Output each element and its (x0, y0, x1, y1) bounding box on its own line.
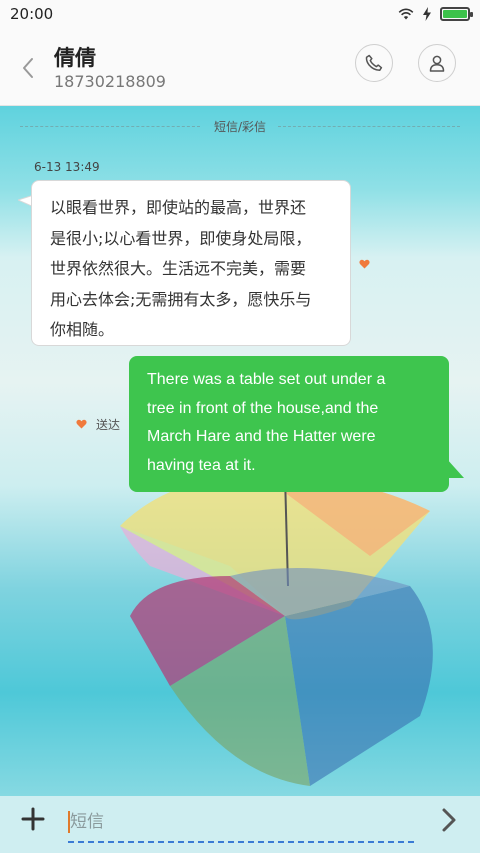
contact-number: 18730218809 (54, 72, 166, 91)
outgoing-message-line: tree in front of the house,and the (147, 399, 379, 417)
umbrella-wallpaper-image (120, 486, 433, 786)
wifi-icon (398, 8, 414, 20)
compose-bar (0, 796, 480, 853)
outgoing-bubble-tail (446, 458, 464, 478)
contact-details-button[interactable] (418, 44, 456, 82)
call-button[interactable] (355, 44, 393, 82)
incoming-message-line: 你相随。 (50, 320, 115, 339)
status-time: 20:00 (10, 5, 54, 23)
channel-divider: 短信/彩信 (0, 106, 480, 146)
outgoing-message-line: There was a table set out under a (147, 371, 386, 388)
outgoing-message-line: having tea at it. (147, 456, 256, 474)
battery-icon (440, 7, 473, 21)
delivery-status: 送达 (96, 418, 121, 432)
chevron-left-icon (23, 58, 33, 78)
incoming-message-line: 用心去体会;无需拥有太多，愿快乐与 (50, 289, 312, 309)
contact-name: 倩倩 (54, 46, 96, 70)
person-icon (429, 55, 445, 72)
send-button[interactable] (436, 806, 462, 834)
message-input[interactable] (66, 808, 412, 836)
incoming-message-line: 是很小;以心看世界，即使身处局限， (50, 228, 312, 248)
status-icons (398, 7, 473, 21)
back-button[interactable] (14, 52, 42, 84)
channel-label: 短信/彩信 (213, 119, 267, 134)
outgoing-message-bubble[interactable]: There was a table set out under a tree i… (129, 356, 449, 492)
add-attachment-button[interactable] (20, 806, 46, 832)
divider-line-right (278, 126, 460, 127)
divider-line-left (20, 126, 200, 127)
phone-icon (365, 54, 383, 72)
heart-icon (359, 259, 370, 269)
message-timestamp: 6-13 13:49 (34, 160, 100, 174)
incoming-message-line: 世界依然很大。生活远不完美，需要 (50, 259, 307, 278)
outgoing-message-line: March Hare and the Hatter were (147, 428, 376, 445)
incoming-message-line: 以眼看世界，即使站的最高，世界还 (50, 198, 307, 217)
conversation-view[interactable]: 短信/彩信 6-13 13:49 以眼看世界，即使站的最高，世界还 是很小;以心… (0, 106, 480, 796)
incoming-message-bubble[interactable]: 以眼看世界，即使站的最高，世界还 是很小;以心看世界，即使身处局限， 世界依然很… (31, 180, 351, 346)
charging-bolt-icon (423, 7, 431, 21)
input-underline (68, 841, 414, 843)
conversation-header: 倩倩 18730218809 (0, 28, 480, 106)
heart-icon (76, 419, 87, 429)
status-bar: 20:00 (0, 0, 480, 28)
battery-fill (443, 10, 467, 18)
